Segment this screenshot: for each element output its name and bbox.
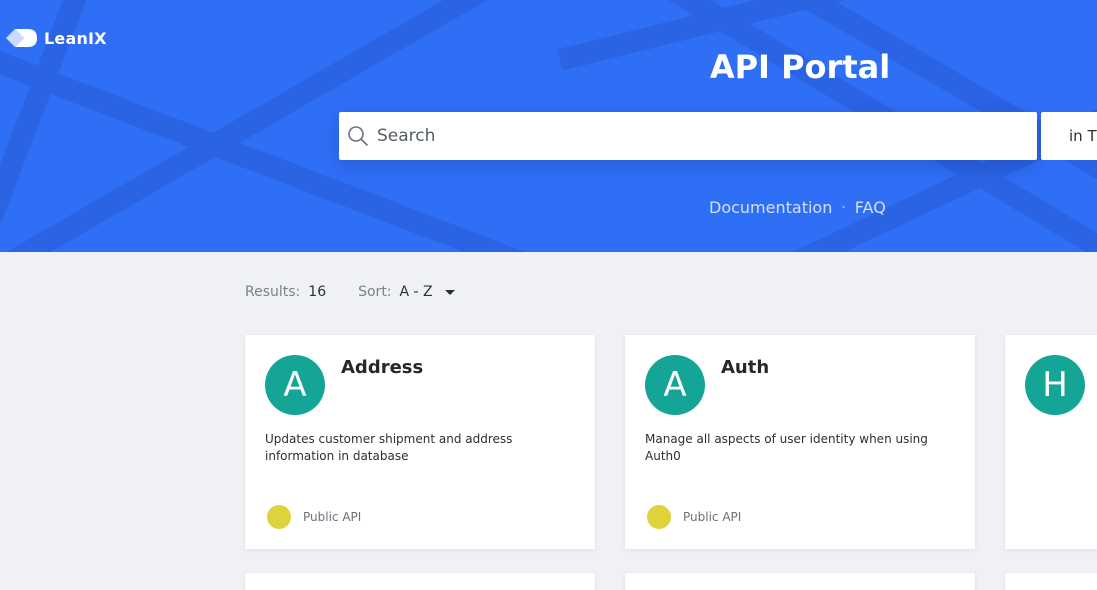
api-description: Updates customer shipment and address in…: [265, 432, 513, 463]
search-input[interactable]: [377, 126, 1017, 146]
sort-label: Sort:: [358, 284, 392, 300]
api-name: Auth: [721, 357, 770, 378]
api-tag: Public API: [303, 510, 362, 524]
sort-dropdown[interactable]: Sort: A - Z: [358, 284, 455, 300]
header-links: Documentation · FAQ: [709, 198, 886, 217]
results-count: 16: [308, 284, 327, 300]
results-label: Results:: [245, 284, 301, 300]
api-name: Address: [341, 357, 424, 378]
api-card-h[interactable]: H: [1005, 335, 1097, 549]
results-toolbar: Results: 16 Sort: A - Z: [245, 284, 455, 300]
api-card-row2-1[interactable]: [245, 573, 595, 590]
api-card-row2-2[interactable]: [625, 573, 975, 590]
documentation-link[interactable]: Documentation: [709, 198, 832, 217]
chevron-down-icon: [444, 289, 455, 295]
search-bar[interactable]: [339, 112, 1037, 160]
sort-value: A - Z: [399, 284, 433, 300]
api-avatar: A: [265, 355, 325, 415]
search-icon: [348, 126, 368, 146]
api-card-row2-3[interactable]: [1005, 573, 1097, 590]
faq-link[interactable]: FAQ: [855, 198, 886, 217]
api-tag: Public API: [683, 510, 742, 524]
brand-name: LeanIX: [44, 28, 107, 48]
api-card-address[interactable]: A Address Updates customer shipment and …: [245, 335, 595, 549]
page-title: API Portal: [709, 48, 891, 86]
api-avatar: A: [645, 355, 705, 415]
link-separator: ·: [841, 199, 846, 216]
public-api-dot-icon: [647, 505, 671, 529]
public-api-dot-icon: [267, 505, 291, 529]
api-description: Manage all aspects of user identity when…: [645, 432, 928, 463]
api-card-auth[interactable]: A Auth Manage all aspects of user identi…: [625, 335, 975, 549]
search-scope-select[interactable]: in Ti: [1041, 112, 1097, 160]
leanix-logo-icon: [6, 29, 37, 47]
leanix-logo[interactable]: LeanIX: [4, 25, 107, 51]
hero-header: LeanIX API Portal in Ti Documentation · …: [0, 0, 1097, 252]
api-avatar: H: [1025, 355, 1085, 415]
